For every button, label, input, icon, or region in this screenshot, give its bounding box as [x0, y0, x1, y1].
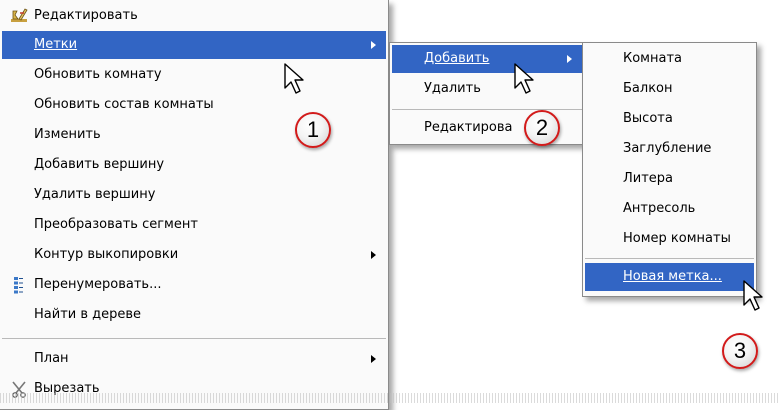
- callout-badge-2: 2: [524, 110, 560, 146]
- menu-item-update-room[interactable]: Обновить комнату: [2, 61, 386, 89]
- submenu-arrow-icon: [371, 355, 376, 363]
- edit-icon: [10, 7, 28, 25]
- menu-item-label: Редактирова: [424, 120, 513, 135]
- menu-item-label: Литера: [623, 171, 674, 186]
- submenu-arrow-icon: [371, 41, 376, 49]
- menu-item-renumber[interactable]: Перенумеровать...: [2, 271, 386, 299]
- menu-item-label: Найти в дереве: [34, 307, 142, 322]
- main-context-menu: Редактировать Метки Обновить комнату Обн…: [0, 0, 389, 410]
- mouse-cursor-icon: [743, 280, 763, 311]
- submenu-item-delete[interactable]: Удалить: [392, 75, 582, 103]
- menu-item-label: Номер комнаты: [623, 231, 731, 246]
- menu-item-label: План: [34, 351, 69, 366]
- menu-separator: [2, 338, 386, 339]
- menu-item-label: Преобразовать сегмент: [34, 217, 198, 232]
- add-item-letter[interactable]: Литера: [585, 165, 754, 193]
- menu-item-label: Комната: [623, 51, 682, 66]
- add-submenu: Комната Балкон Высота Заглубление Литера…: [582, 42, 757, 297]
- menu-item-label: Обновить состав комнаты: [34, 97, 214, 112]
- menu-separator: [585, 258, 754, 259]
- menu-item-label: Контур выкопировки: [34, 247, 179, 262]
- add-item-room-number[interactable]: Номер комнаты: [585, 225, 754, 253]
- background-dither: [0, 393, 778, 403]
- menu-item-find-in-tree[interactable]: Найти в дереве: [2, 301, 386, 329]
- menu-item-plan[interactable]: План: [2, 345, 386, 373]
- add-item-mezzanine[interactable]: Антресоль: [585, 195, 754, 223]
- menu-item-label: Антресоль: [623, 201, 696, 216]
- menu-item-label: Изменить: [34, 127, 101, 142]
- menu-item-delete-vertex[interactable]: Удалить вершину: [2, 181, 386, 209]
- menu-item-label: Обновить комнату: [34, 67, 162, 82]
- menu-item-label: Удалить: [424, 81, 481, 96]
- menu-item-convert-segment[interactable]: Преобразовать сегмент: [2, 211, 386, 239]
- add-item-room[interactable]: Комната: [585, 45, 754, 73]
- submenu-arrow-icon: [567, 55, 572, 63]
- menu-item-label: Новая метка...: [623, 269, 722, 284]
- menu-item-update-room-composition[interactable]: Обновить состав комнаты: [2, 91, 386, 119]
- menu-item-label: Перенумеровать...: [34, 277, 162, 292]
- add-item-new-label[interactable]: Новая метка...: [585, 263, 754, 291]
- menu-separator: [392, 109, 582, 110]
- menu-item-labels[interactable]: Метки: [2, 31, 386, 59]
- renumber-icon: [10, 276, 28, 294]
- mouse-cursor-icon: [514, 63, 534, 94]
- menu-item-label: Высота: [623, 111, 673, 126]
- menu-item-edit[interactable]: Редактировать: [2, 2, 386, 30]
- menu-item-label: Добавить вершину: [34, 157, 165, 172]
- menu-item-copy-outline[interactable]: Контур выкопировки: [2, 241, 386, 269]
- submenu-arrow-icon: [371, 251, 376, 259]
- menu-item-add-vertex[interactable]: Добавить вершину: [2, 151, 386, 179]
- add-item-depth[interactable]: Заглубление: [585, 135, 754, 163]
- menu-item-label: Заглубление: [623, 141, 712, 156]
- menu-item-label: Балкон: [623, 81, 673, 96]
- callout-badge-1: 1: [295, 112, 331, 148]
- menu-item-label: Метки: [34, 37, 78, 52]
- menu-item-label: Удалить вершину: [34, 187, 156, 202]
- callout-badge-3: 3: [722, 333, 758, 369]
- submenu-item-add[interactable]: Добавить: [392, 45, 582, 73]
- mouse-cursor-icon: [284, 63, 304, 94]
- menu-item-label: Редактировать: [34, 8, 138, 23]
- menu-item-label: Добавить: [424, 51, 490, 66]
- add-item-balcony[interactable]: Балкон: [585, 75, 754, 103]
- add-item-height[interactable]: Высота: [585, 105, 754, 133]
